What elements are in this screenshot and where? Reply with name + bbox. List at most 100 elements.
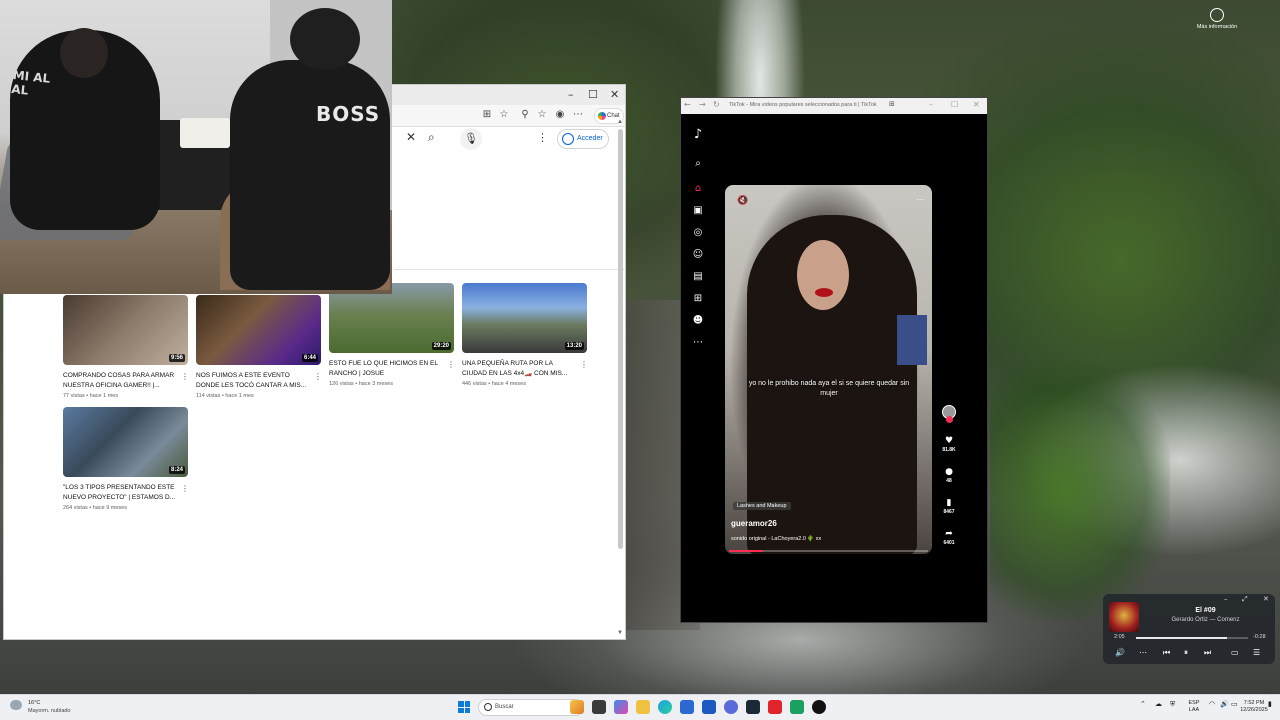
video-menu-icon[interactable]: ⋮ [580,360,588,369]
clock[interactable]: 7:52 PM 12/26/2025 [1236,700,1272,714]
tiktok-taskbar-icon[interactable] [812,700,826,714]
taskbar-search[interactable]: Buscar [478,699,584,716]
next-icon[interactable]: ⏭ [1204,648,1211,658]
explore-icon[interactable]: ◎ [691,226,705,240]
comment-button[interactable]: ● 48 [939,467,959,484]
video-card[interactable]: 8:24 "LOS 3 TIPOS PRESENTANDO ESTE NUEVO… [63,407,189,517]
profile-icon[interactable]: ◉ [554,109,566,121]
video-menu-icon[interactable]: ⋮ [447,360,455,369]
like-button[interactable]: ♥ 81.8K [939,436,959,453]
store-icon[interactable] [680,700,694,714]
video-card[interactable]: 9:56 COMPRANDO COSAS PARA ARMAR NUESTRA … [63,295,189,405]
video-card[interactable]: 6:44 NOS FUIMOS A ESTE EVENTO DONDE LES … [196,295,322,405]
expand-icon[interactable]: ⤢ [1242,595,1248,604]
video-title[interactable]: NOS FUIMOS A ESTE EVENTO DONDE LES TOCÓ … [196,371,311,390]
video-title[interactable]: COMPRANDO COSAS PARA ARMAR NUESTRA OFICI… [63,371,178,390]
share-button[interactable]: ➦ 6401 [939,529,959,546]
notifications-icon[interactable]: ▮ [1268,700,1272,708]
video-title[interactable]: "LOS 3 TIPOS PRESENTANDO ESTE NUEVO PROY… [63,483,178,502]
tiktok-logo-icon[interactable]: ♪ [691,128,705,142]
edge-icon[interactable] [658,700,672,714]
close-icon[interactable]: ✕ [1263,595,1269,603]
start-button[interactable] [458,701,470,713]
tiktok-titlebar[interactable]: ← → ↻ TikTok - Mira videos populares sel… [681,98,987,114]
forward-icon[interactable]: → [699,100,706,109]
extensions-icon[interactable]: ⚲ [519,109,531,121]
signin-button[interactable]: Acceder [557,129,609,149]
effect-tag[interactable]: Lashes and Makeup [733,502,791,510]
video-title[interactable]: UNA PEQUEÑA RUTA POR LA CIUDAD EN LAS 4x… [462,359,577,378]
upload-icon[interactable]: ⊞ [691,292,705,306]
app-install-icon[interactable]: ⊞ [481,109,493,121]
previous-icon[interactable]: ⏮ [1163,648,1170,658]
home-icon[interactable]: ⌂ [691,182,705,196]
video-username[interactable]: gueramor26 [731,519,777,528]
input-language[interactable]: ESP LAA [1186,700,1202,714]
video-title[interactable]: ESTO FUE LO QUE HICIMOS EN EL RANCHO | J… [329,359,444,378]
video-menu-icon[interactable]: ⋮ [181,484,189,493]
music-app-icon[interactable] [768,700,782,714]
minimize-icon[interactable]: – [929,100,933,109]
task-view-icon[interactable] [592,700,606,714]
microphone-icon[interactable]: 🎙 [460,128,482,150]
video-thumbnail[interactable]: 6:44 [196,295,321,365]
close-icon[interactable]: ✕ [610,88,619,101]
video-progress-bar[interactable] [729,550,928,552]
more-info-button[interactable]: Más información [1196,8,1238,31]
pause-icon[interactable]: ⏸ [1184,648,1188,658]
minimize-icon[interactable]: – [568,88,574,101]
more-options-icon[interactable]: ⋯ [916,195,924,204]
file-explorer-icon[interactable] [636,700,650,714]
onedrive-icon[interactable]: ☁ [1155,700,1162,708]
share-window-icon[interactable]: ⊞ [889,100,895,108]
maximize-icon[interactable]: ☐ [588,88,598,101]
track-progress[interactable] [1136,637,1248,639]
favorites-icon[interactable]: ☆ [536,109,548,121]
save-button[interactable]: ▮ 8467 [939,498,959,515]
minimize-icon[interactable]: – [1224,595,1228,603]
wifi-icon[interactable]: ◠ [1209,700,1215,708]
video-thumbnail[interactable]: 13:20 [462,283,587,353]
follow-plus-icon[interactable] [946,416,953,423]
search-highlight-icon[interactable] [570,700,584,714]
video-thumbnail[interactable]: 8:24 [63,407,188,477]
volume-icon[interactable]: 🔊 [1115,648,1125,657]
close-icon[interactable]: ✕ [973,100,980,109]
shop-icon[interactable]: ▣ [691,204,705,218]
steam-icon[interactable] [746,700,760,714]
mute-icon[interactable]: 🔇 [737,196,748,206]
video-card[interactable]: 13:20 UNA PEQUEÑA RUTA POR LA CIUDAD EN … [462,283,588,405]
security-icon[interactable]: ⛨ [1170,700,1175,709]
outlook-icon[interactable] [702,700,716,714]
scroll-up-icon[interactable]: ▲ [617,119,623,125]
profile-icon[interactable]: ☻ [691,314,705,328]
lyrics-icon[interactable]: ▭ [1231,648,1239,657]
video-card[interactable]: 29:20 ESTO FUE LO QUE HICIMOS EN EL RANC… [329,283,455,405]
search-icon[interactable]: ⌕ [428,130,435,145]
tiktok-video[interactable]: 🔇 ⋯ yo no le prohibo nada aya el si se q… [725,185,932,554]
video-sound[interactable]: sonido original - LaChoyera2.0 🌵 xx [731,536,821,542]
more-icon[interactable]: ⋯ [691,336,705,350]
clear-search-icon[interactable]: ✕ [406,130,416,144]
copilot-icon[interactable] [614,700,628,714]
browser-scrollbar[interactable] [618,129,623,549]
video-thumbnail[interactable]: 9:56 [63,295,188,365]
show-hidden-icons[interactable]: ⌃ [1140,700,1146,708]
discord-icon[interactable] [724,700,738,714]
back-icon[interactable]: ← [684,100,691,109]
scroll-down-icon[interactable]: ▼ [617,630,623,636]
more-options-icon[interactable]: ⋮ [537,131,548,144]
volume-icon[interactable]: 🔊 [1220,700,1229,708]
video-menu-icon[interactable]: ⋮ [314,372,322,381]
settings-more-icon[interactable]: ⋯ [572,109,584,121]
following-icon[interactable]: ☺ [691,248,705,262]
video-menu-icon[interactable]: ⋮ [181,372,189,381]
refresh-icon[interactable]: ↻ [713,100,720,109]
more-icon[interactable]: ⋯ [1139,648,1147,657]
spreadsheet-app-icon[interactable] [790,700,804,714]
queue-icon[interactable]: ☰ [1253,648,1260,657]
search-icon[interactable]: ⌕ [691,157,705,171]
live-icon[interactable]: ▤ [691,270,705,284]
maximize-icon[interactable]: ☐ [951,100,958,109]
favorite-star-icon[interactable]: ☆ [498,109,510,121]
